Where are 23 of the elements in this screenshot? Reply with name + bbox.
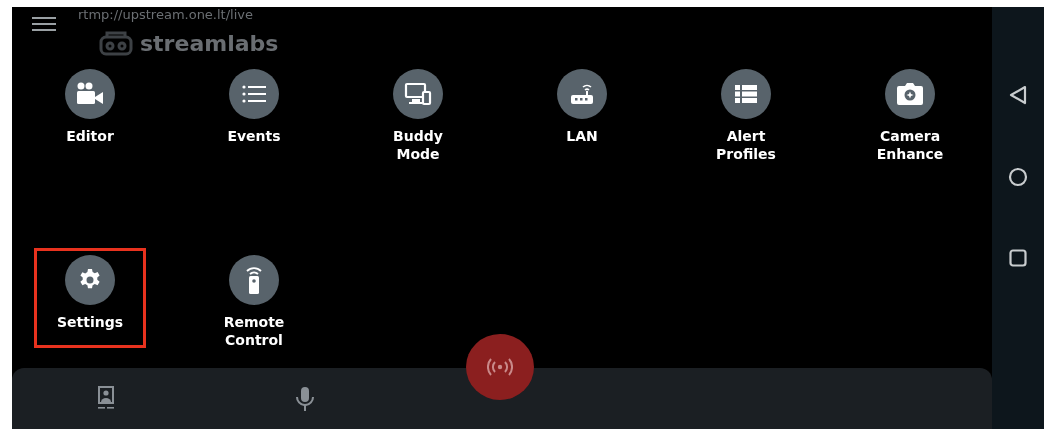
menu-tile[interactable]: Editor — [42, 62, 138, 162]
logo-text: streamlabs — [140, 30, 279, 56]
monitor-phone-icon — [404, 82, 432, 106]
remote-control-icon — [244, 265, 264, 295]
stream-url: rtmp://upstream.one.lt/live — [78, 7, 253, 22]
table-list-icon — [735, 85, 757, 103]
menu-tile[interactable]: LAN — [534, 62, 630, 162]
back-button[interactable] — [1008, 85, 1028, 105]
camera-icon — [897, 83, 923, 105]
home-button[interactable] — [1008, 167, 1028, 187]
menu-icon[interactable] — [32, 17, 56, 31]
menu-tile[interactable]: Settings — [33, 248, 147, 348]
recents-button[interactable] — [1009, 249, 1027, 267]
menu-tile[interactable]: Alert Profiles — [693, 62, 799, 180]
video-camera-icon — [76, 82, 104, 106]
menu-tile[interactable]: Remote Control — [200, 248, 308, 366]
logo-icon — [98, 29, 134, 57]
broadcast-icon — [487, 358, 513, 376]
menu-tile[interactable]: Events — [204, 62, 304, 162]
list-icon — [242, 84, 266, 104]
menu-tile[interactable]: Camera Enhance — [853, 62, 967, 180]
router-icon — [569, 82, 595, 106]
menu-tile[interactable]: Buddy Mode — [370, 62, 466, 180]
